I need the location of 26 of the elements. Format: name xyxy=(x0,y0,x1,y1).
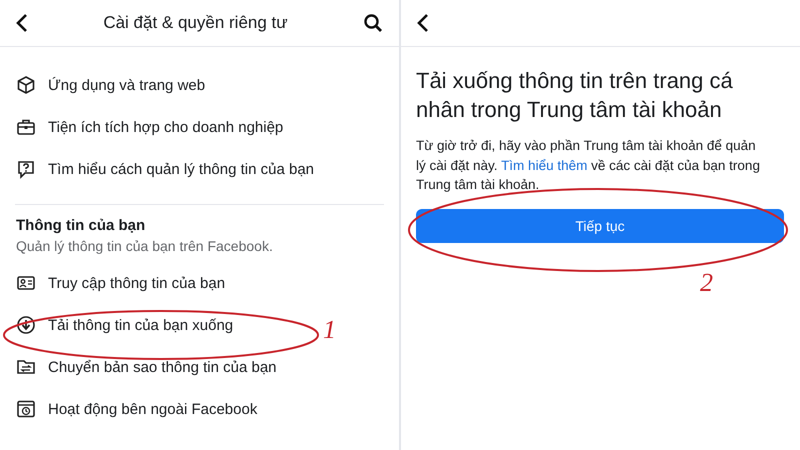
briefcase-icon xyxy=(16,117,36,137)
description-text: Từ giờ trở đi, hãy vào phần Trung tâm tài khoản để quản lý cài đặt này. Tìm hiểu thêm về các cài đặt của bạn trong Trung tâm tài khoản. xyxy=(416,137,761,194)
annotation-number: 2 xyxy=(700,268,713,298)
history-window-icon xyxy=(16,399,36,419)
cube-icon xyxy=(16,75,36,95)
back-icon[interactable] xyxy=(16,13,28,33)
continue-button[interactable]: Tiếp tục xyxy=(416,208,784,243)
question-bubble-icon xyxy=(16,159,36,179)
menu-item[interactable]: Tiện ích tích hợp cho doanh nghiệp xyxy=(48,118,284,136)
id-card-icon xyxy=(16,273,36,293)
menu-item[interactable]: Tải thông tin của bạn xuống xyxy=(48,316,234,334)
learn-more-link[interactable]: Tìm hiểu thêm xyxy=(501,158,588,173)
section-title: Thông tin của bạn xyxy=(16,217,146,234)
annotation-number: 1 xyxy=(323,315,336,345)
back-icon[interactable] xyxy=(417,13,429,33)
menu-item[interactable]: Truy cập thông tin của bạn xyxy=(48,274,226,292)
menu-item[interactable]: Ứng dụng và trang web xyxy=(48,76,206,94)
menu-item[interactable]: Hoạt động bên ngoài Facebook xyxy=(48,400,258,418)
menu-item[interactable]: Tìm hiểu cách quản lý thông tin của bạn xyxy=(48,160,314,178)
folder-icon xyxy=(16,357,36,377)
search-icon[interactable] xyxy=(363,13,383,33)
menu-item[interactable]: Chuyển bản sao thông tin của bạn xyxy=(48,358,277,376)
screen-title: Cài đặt & quyền riêng tư xyxy=(102,13,289,33)
page-heading: Tải xuống thông tin trên trang cá nhân trong Trung tâm tài khoản xyxy=(416,67,734,124)
section-subtitle: Quản lý thông tin của bạn trên Facebook. xyxy=(16,238,274,254)
download-icon xyxy=(16,315,36,335)
